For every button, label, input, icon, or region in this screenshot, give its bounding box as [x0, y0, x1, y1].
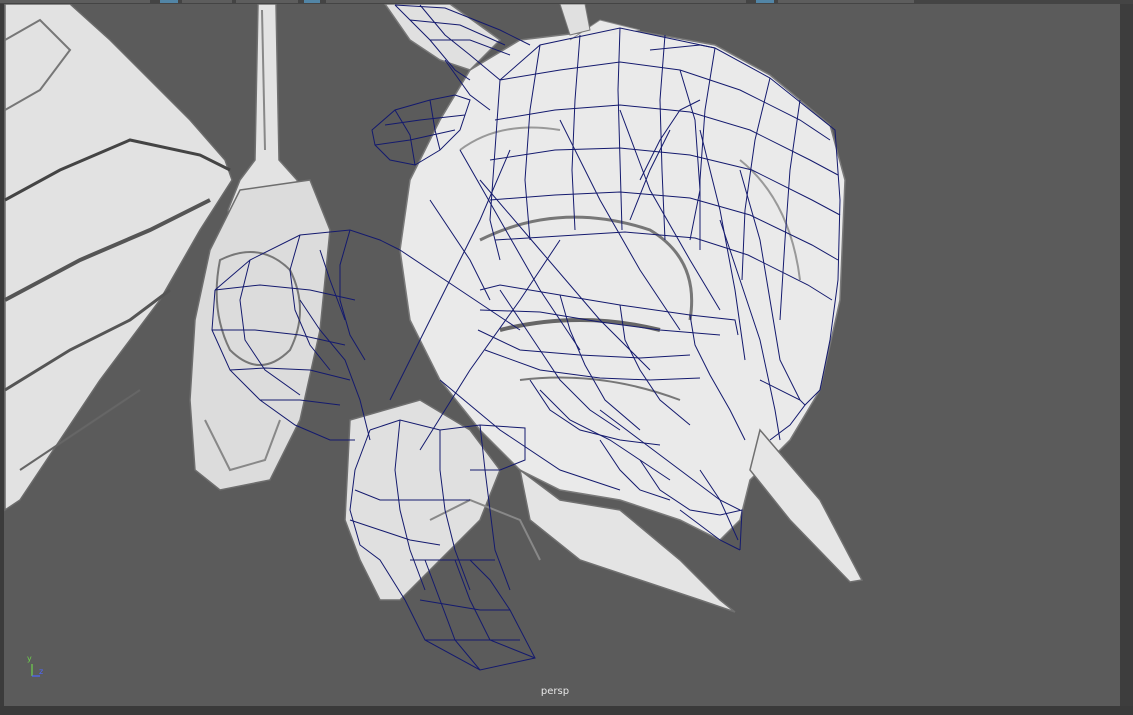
- y-axis-label: y: [27, 654, 32, 663]
- axis-gizmo: y z: [26, 654, 50, 680]
- z-axis-label: z: [39, 667, 44, 676]
- perspective-viewport[interactable]: [4, 4, 1120, 706]
- toolbar-segment[interactable]: [236, 0, 298, 3]
- scene-contents: [4, 4, 864, 671]
- toolbar-segment[interactable]: [326, 0, 746, 3]
- viewport-right-border: [1120, 4, 1133, 715]
- viewport-scene[interactable]: [4, 4, 1120, 706]
- shaded-back-panel[interactable]: [189, 179, 331, 491]
- viewport-bottom-border: [0, 706, 1133, 715]
- toolbar-camera-icon[interactable]: [304, 0, 320, 3]
- toolbar-lighting-icon[interactable]: [756, 0, 774, 3]
- toolbar-highlight-icon[interactable]: [160, 0, 178, 3]
- maya-viewport-window: persp y z: [0, 0, 1133, 715]
- camera-name-label: persp: [540, 686, 570, 697]
- toolbar-segment[interactable]: [182, 0, 232, 3]
- toolbar-segment[interactable]: [778, 0, 914, 3]
- toolbar-segment[interactable]: [0, 0, 150, 3]
